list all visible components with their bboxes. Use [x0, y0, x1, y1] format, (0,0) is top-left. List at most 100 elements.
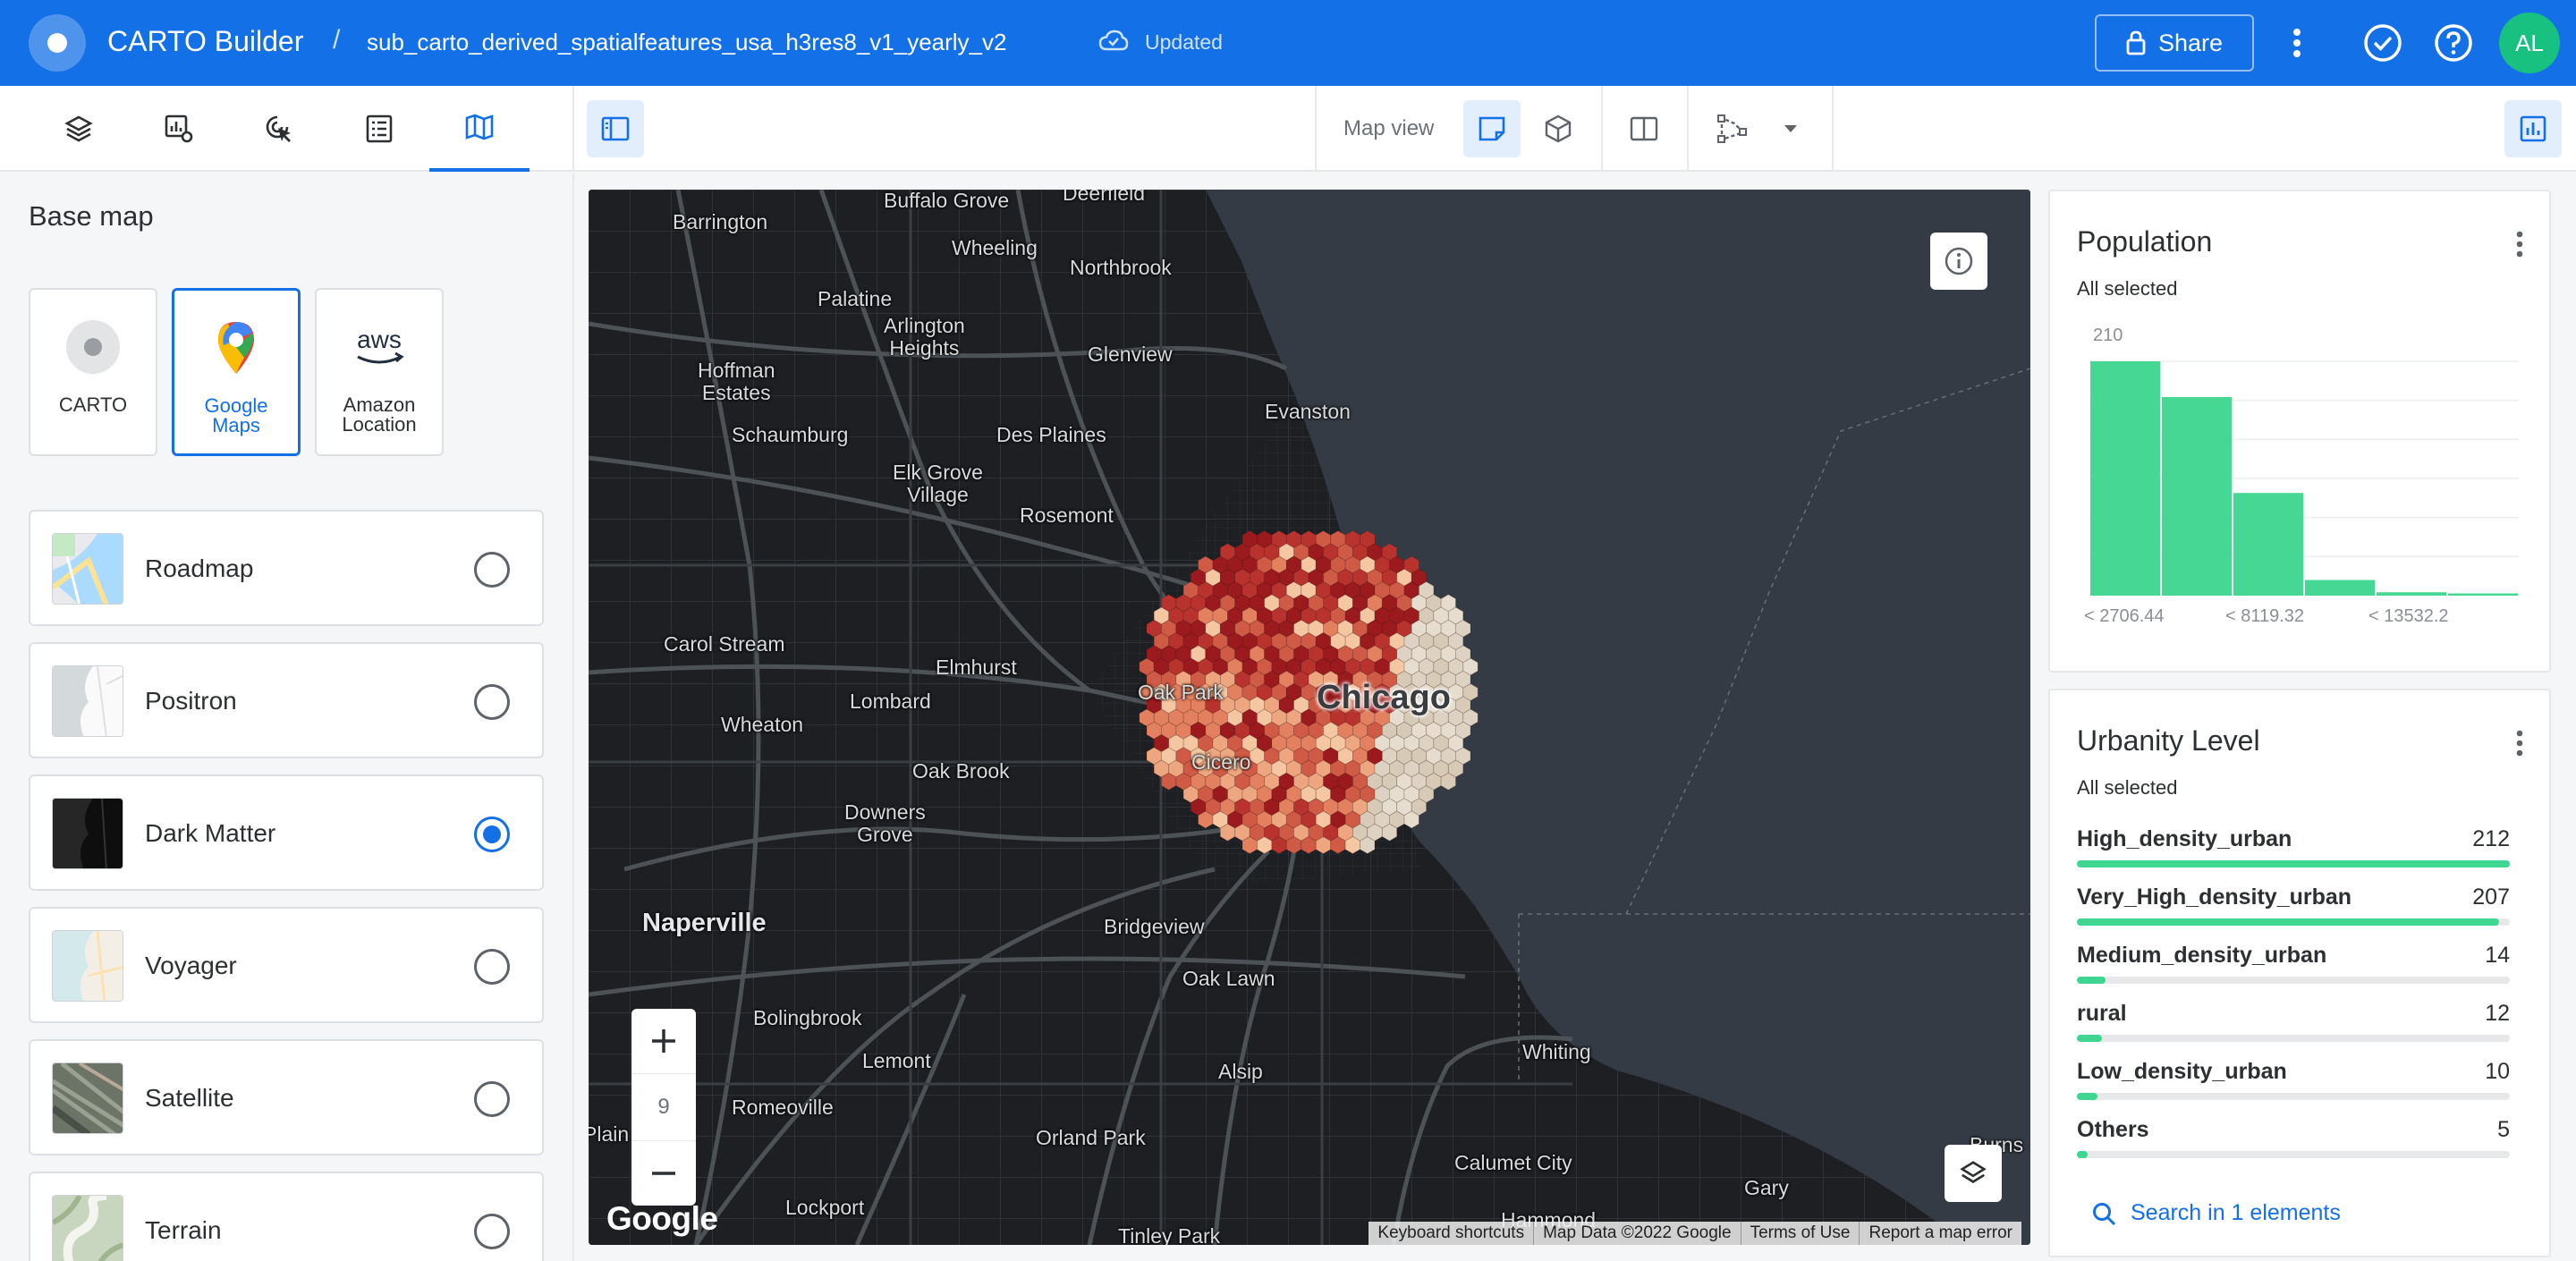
category-row[interactable]: Low_density_urban 10: [2077, 1059, 2510, 1104]
radio-button[interactable]: [474, 552, 510, 588]
cube-icon: [1545, 114, 1572, 143]
map-view-label: Map view: [1343, 116, 1435, 140]
aws-logo-icon: aws: [351, 318, 408, 376]
map-label-bolingbrook: Bolingbrook: [753, 1006, 862, 1029]
basemap-option-satellite[interactable]: Satellite: [29, 1039, 544, 1155]
histogram-bar[interactable]: [2162, 396, 2232, 596]
basemap-name: Dark Matter: [145, 819, 276, 847]
category-row[interactable]: Others 5: [2077, 1117, 2510, 1162]
tab-legend[interactable]: [329, 86, 429, 172]
histogram-tick-label: < 8119.32: [2225, 606, 2305, 626]
keyboard-shortcuts-link[interactable]: Keyboard shortcuts: [1368, 1222, 1533, 1245]
toggle-widgets-button[interactable]: [2504, 100, 2562, 157]
more-vert-icon[interactable]: [2515, 231, 2524, 258]
google-logo: Google: [606, 1200, 718, 1237]
category-row[interactable]: Medium_density_urban 14: [2077, 943, 2510, 987]
urbanity-widget: Urbanity Level All selected High_density…: [2048, 689, 2551, 1257]
info-icon: [1945, 247, 1973, 275]
view-3d-button[interactable]: [1530, 100, 1587, 157]
category-bar-track: [2077, 977, 2510, 984]
category-row[interactable]: rural 12: [2077, 1001, 2510, 1045]
provider-google-maps[interactable]: Google Maps: [172, 288, 301, 456]
category-bar-fill: [2077, 1035, 2102, 1042]
map-label-gary: Gary: [1744, 1176, 1789, 1199]
tab-widgets[interactable]: [129, 86, 229, 172]
basemap-option-roadmap[interactable]: Roadmap: [29, 510, 544, 626]
category-row[interactable]: Very_High_density_urban 207: [2077, 884, 2510, 929]
category-name: Medium_density_urban: [2077, 943, 2327, 968]
widget-selection-status: All selected: [2077, 776, 2178, 799]
provider-carto[interactable]: CARTO: [29, 288, 157, 456]
category-bar-fill: [2077, 1093, 2097, 1100]
help-icon[interactable]: [2430, 20, 2477, 66]
basemap-name: Positron: [145, 687, 237, 715]
histogram-bar[interactable]: [2305, 580, 2375, 596]
zoom-in-button[interactable]: [631, 1009, 696, 1073]
map-label-wheeling: Wheeling: [952, 236, 1038, 259]
share-button[interactable]: Share: [2095, 14, 2254, 72]
basemap-option-dark-matter[interactable]: Dark Matter: [29, 774, 544, 891]
avatar[interactable]: AL: [2499, 13, 2560, 73]
draw-tool-dropdown[interactable]: [1775, 113, 1807, 145]
terms-of-use-link[interactable]: Terms of Use: [1740, 1222, 1860, 1245]
histogram-bar[interactable]: [2448, 593, 2518, 596]
layers-icon: [1960, 1161, 1987, 1183]
radio-button[interactable]: [474, 1081, 510, 1117]
interactions-icon: [266, 115, 291, 142]
map-label-oak-lawn: Oak Lawn: [1182, 967, 1275, 990]
map-label-schaumburg: Schaumburg: [732, 423, 849, 446]
basemap-name: Terrain: [145, 1216, 222, 1244]
map-label-calumet-city: Calumet City: [1454, 1151, 1572, 1174]
tab-layers[interactable]: [29, 86, 129, 172]
category-row[interactable]: High_density_urban 212: [2077, 826, 2510, 871]
more-vert-icon[interactable]: [2274, 20, 2320, 66]
histogram-bar[interactable]: [2090, 361, 2160, 596]
basemap-graphic: [589, 190, 2030, 1245]
category-name: Very_High_density_urban: [2077, 884, 2352, 910]
provider-amazon-location[interactable]: aws Amazon Location: [315, 288, 444, 456]
tab-interactions[interactable]: [229, 86, 329, 172]
split-view-button[interactable]: [1615, 100, 1673, 157]
radio-button[interactable]: [474, 1214, 510, 1249]
histogram-bar[interactable]: [2377, 592, 2446, 596]
map-label-oak-park: Oak Park: [1138, 681, 1224, 704]
map-canvas[interactable]: Barrington Buffalo Grove Deerfield Wheel…: [589, 190, 2030, 1245]
layers-icon: [64, 115, 93, 142]
plus-icon: [652, 1029, 675, 1053]
google-maps-pin-icon: [215, 319, 258, 377]
category-bar-fill: [2077, 918, 2500, 926]
histogram-bar[interactable]: [2233, 493, 2303, 596]
view-2d-button[interactable]: [1463, 100, 1521, 157]
basemap-option-voyager[interactable]: Voyager: [29, 907, 544, 1023]
map-label-northbrook: Northbrook: [1070, 256, 1172, 279]
tab-basemap[interactable]: [429, 86, 530, 172]
map-info-button[interactable]: [1930, 233, 1987, 290]
category-count: 207: [2472, 884, 2510, 910]
check-circle-icon[interactable]: [2360, 20, 2406, 66]
toggle-panel-button[interactable]: [587, 100, 644, 157]
radio-button-selected[interactable]: [474, 817, 510, 852]
basemap-option-positron[interactable]: Positron: [29, 642, 544, 758]
carto-logo-icon[interactable]: [29, 14, 86, 72]
search-elements-link[interactable]: Search in 1 elements: [2091, 1200, 2341, 1226]
zoom-level: 9: [631, 1073, 696, 1141]
more-vert-icon[interactable]: [2515, 730, 2524, 757]
app-title: CARTO Builder: [107, 25, 304, 57]
zoom-out-button[interactable]: [631, 1141, 696, 1206]
map-label-deerfield: Deerfield: [1063, 190, 1146, 205]
category-count: 212: [2472, 826, 2510, 851]
map-label-barrington: Barrington: [673, 210, 768, 233]
population-histogram[interactable]: [2089, 352, 2519, 596]
basemap-name: Roadmap: [145, 554, 254, 582]
report-map-error-link[interactable]: Report a map error: [1859, 1222, 2021, 1245]
radio-button[interactable]: [474, 684, 510, 720]
basemap-layers-button[interactable]: [1945, 1145, 2002, 1202]
radio-button[interactable]: [474, 949, 510, 985]
basemap-option-terrain[interactable]: Terrain: [29, 1172, 544, 1261]
terrain-thumbnail: [52, 1195, 123, 1261]
draw-tool-button[interactable]: [1703, 100, 1760, 157]
panel-heading: Base map: [29, 200, 154, 232]
map-2d-icon: [1479, 116, 1505, 141]
satellite-thumbnail: [52, 1062, 123, 1134]
map-title[interactable]: sub_carto_derived_spatialfeatures_usa_h3…: [367, 29, 1006, 56]
